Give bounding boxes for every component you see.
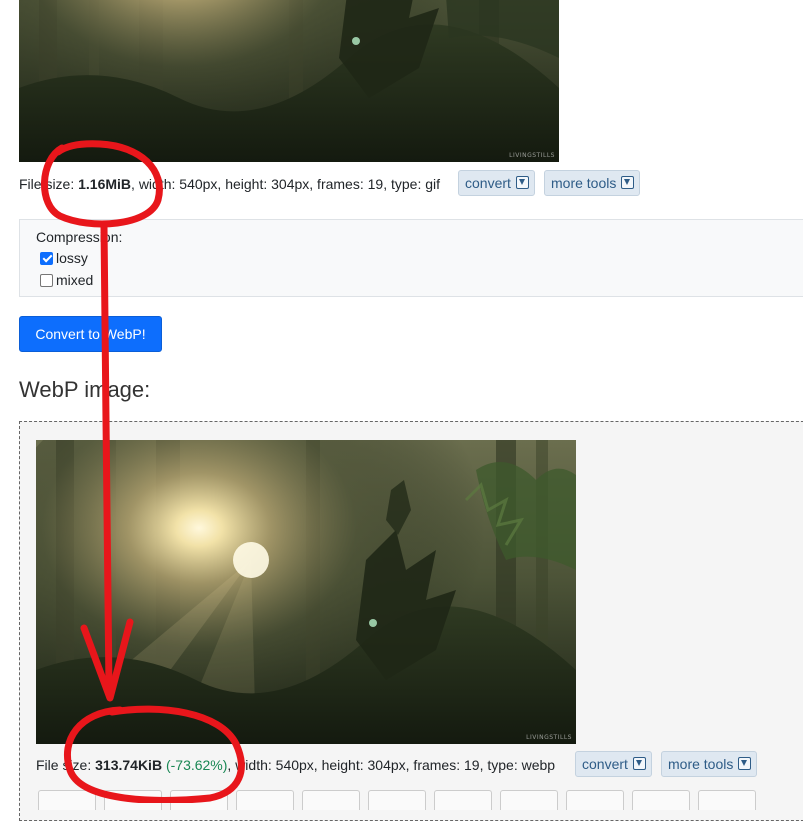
download-icon [738,757,752,770]
webp-file-info: File size: 313.74KiB (-73.62%), width: 5… [36,756,555,774]
convert-label: convert [465,175,511,191]
lossy-checkbox[interactable] [40,251,53,265]
size-savings: (-73.62%) [165,757,228,773]
tool-thumbnail[interactable] [566,790,624,810]
webp-image-heading: WebP image: [19,377,151,402]
lossy-label[interactable]: lossy [56,250,88,266]
file-size-label: File size: [36,757,92,773]
compression-options-panel: Compression: lossy mixed [19,219,803,297]
original-details: , width: 540px, height: 304px, frames: 1… [131,176,441,192]
webp-details: , width: 540px, height: 304px, frames: 1… [227,757,556,773]
original-more-tools-button[interactable]: more tools [544,170,641,196]
convert-label: convert [582,756,628,772]
original-convert-button[interactable]: convert [458,170,535,196]
download-icon [515,176,529,189]
watermark: LIVINGSTILLS [509,152,555,159]
download-icon [632,757,646,770]
tool-thumbnail[interactable] [170,790,228,810]
original-file-info: File size: 1.16MiB, width: 540px, height… [19,175,440,193]
convert-to-webp-button[interactable]: Convert to WebP! [19,316,162,352]
tool-thumbnail[interactable] [368,790,426,810]
mixed-option[interactable]: mixed [40,272,93,288]
tool-thumbnail[interactable] [38,790,96,810]
tool-thumbnail[interactable] [104,790,162,810]
more-tools-label: more tools [551,175,617,191]
tool-thumbnail[interactable] [632,790,690,810]
original-gif-image: LIVINGSTILLS [19,0,559,162]
lossy-option[interactable]: lossy [40,250,88,266]
tool-thumbnail[interactable] [500,790,558,810]
compression-label: Compression: [36,229,123,245]
watermark: LIVINGSTILLS [526,734,572,741]
webp-result-image: LIVINGSTILLS [36,440,576,744]
webp-convert-button[interactable]: convert [575,751,652,777]
tool-thumbnail[interactable] [434,790,492,810]
mixed-checkbox[interactable] [40,273,53,287]
more-tools-label: more tools [668,756,734,772]
download-icon [621,176,635,189]
webp-more-tools-button[interactable]: more tools [661,751,758,777]
webp-file-size: 313.74KiB [95,757,163,773]
file-size-label: File size: [19,176,75,192]
tool-thumbnail[interactable] [698,790,756,810]
tool-thumbnail[interactable] [302,790,360,810]
tool-thumbnail[interactable] [236,790,294,810]
mixed-label[interactable]: mixed [56,272,93,288]
tool-thumbnail-strip [38,790,803,810]
original-file-size: 1.16MiB [78,176,132,192]
